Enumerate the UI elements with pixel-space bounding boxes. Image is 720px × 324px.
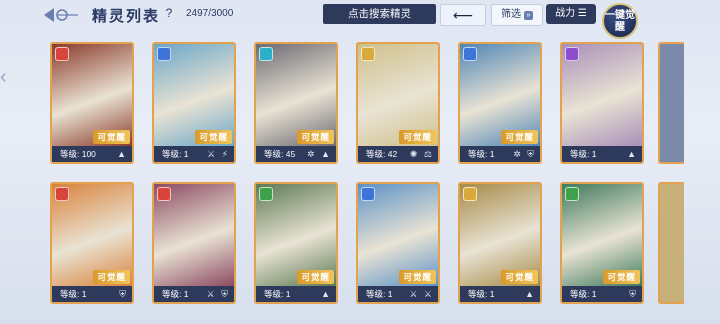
card-footer: 等级: 1 ⚔ ⛨ xyxy=(154,286,234,302)
light-element-icon xyxy=(361,47,375,61)
trait-icons: ✺ ⚖ xyxy=(409,149,434,159)
spirit-card[interactable]: 可觉醒 等级: 1 ⛨ xyxy=(560,182,644,304)
card-footer: 等级: 1 ⛨ xyxy=(52,286,132,302)
level-label: 等级: 1 xyxy=(468,289,495,299)
nature-element-icon xyxy=(565,187,579,201)
trait-icons: ▲ xyxy=(117,149,128,159)
nature-element-icon xyxy=(259,187,273,201)
trait-icons: ✲ ⛨ xyxy=(513,149,536,159)
spirit-card[interactable]: 可觉醒 等级: 1 ✲ ⛨ xyxy=(458,42,542,164)
spirit-card[interactable]: 可觉醒 等级: 1 ⚔ ⚔ xyxy=(356,182,440,304)
sort-icon: ☰ xyxy=(577,8,587,19)
spirit-card[interactable]: 等级: 1 ▲ xyxy=(560,42,644,164)
left-scroll-icon[interactable]: ‹ xyxy=(0,66,18,96)
card-footer: 等级: 100 ▲ xyxy=(52,146,132,162)
level-label: 等级: 1 xyxy=(60,289,87,299)
back-arrow-button[interactable]: ⟵ xyxy=(440,4,486,26)
trait-icons: ✲ ▲ xyxy=(307,149,332,159)
trait-icons: ▲ xyxy=(321,289,332,299)
card-footer: 等级: 1 ⛨ xyxy=(562,286,642,302)
power-label: 战力 xyxy=(555,8,576,19)
water-element-icon xyxy=(361,187,375,201)
fire-element-icon xyxy=(55,187,69,201)
awakenable-tag: 可觉醒 xyxy=(501,270,538,284)
awakenable-tag: 可觉醒 xyxy=(603,270,640,284)
awakenable-tag: 可觉醒 xyxy=(195,130,232,144)
dark-element-icon xyxy=(565,47,579,61)
awakenable-tag: 可觉醒 xyxy=(399,130,436,144)
water-element-icon xyxy=(463,47,477,61)
card-footer: 等级: 42 ✺ ⚖ xyxy=(358,146,438,162)
trait-icons: ⛨ xyxy=(119,289,128,299)
spirit-card[interactable]: 可觉醒 等级: 1 ⛨ xyxy=(50,182,134,304)
light-element-icon xyxy=(463,187,477,201)
level-label: 等级: 42 xyxy=(366,149,398,159)
awakenable-tag: 可觉醒 xyxy=(297,270,334,284)
back-logo-icon[interactable] xyxy=(40,4,80,26)
chevron-down-icon: » xyxy=(524,11,533,20)
trait-icons: ⛨ xyxy=(629,289,638,299)
collection-count: 2497/3000 xyxy=(186,8,234,19)
card-footer: 等级: 1 ⚔ ⚡ xyxy=(154,146,234,162)
partial-card[interactable] xyxy=(658,182,684,304)
filter-label: 筛选 xyxy=(501,9,521,20)
awakenable-tag: 可觉醒 xyxy=(297,130,334,144)
level-label: 等级: 1 xyxy=(264,289,291,299)
spirit-card[interactable]: 可觉醒 等级: 45 ✲ ▲ xyxy=(254,42,338,164)
partial-card[interactable] xyxy=(658,42,684,164)
card-footer: 等级: 1 ▲ xyxy=(460,286,540,302)
filter-button[interactable]: 筛选» xyxy=(491,4,543,26)
level-label: 等级: 1 xyxy=(366,289,393,299)
search-input[interactable]: 点击搜索精灵 xyxy=(323,4,436,24)
help-icon[interactable]: ? xyxy=(162,6,176,20)
level-label: 等级: 1 xyxy=(570,149,597,159)
level-label: 等级: 100 xyxy=(60,149,96,159)
one-click-awaken-button[interactable]: 一键觉醒 xyxy=(602,3,638,39)
top-bar: 精灵列表 ? 2497/3000 点击搜索精灵 ⟵ 筛选» 战力 ☰ 一键觉醒 xyxy=(0,0,720,39)
sort-power-button[interactable]: 战力 ☰ xyxy=(546,4,596,24)
level-label: 等级: 1 xyxy=(570,289,597,299)
awakenable-tag: 可觉醒 xyxy=(399,270,436,284)
trait-icons: ▲ xyxy=(525,289,536,299)
spirit-card[interactable]: 等级: 1 ⚔ ⛨ xyxy=(152,182,236,304)
awakenable-tag: 可觉醒 xyxy=(93,270,130,284)
spirit-card[interactable]: 可觉醒 等级: 42 ✺ ⚖ xyxy=(356,42,440,164)
card-footer: 等级: 45 ✲ ▲ xyxy=(256,146,336,162)
card-footer: 等级: 1 ✲ ⛨ xyxy=(460,146,540,162)
level-label: 等级: 1 xyxy=(468,149,495,159)
trait-icons: ⚔ ⚔ xyxy=(409,289,434,299)
spirit-card[interactable]: 可觉醒 等级: 1 ▲ xyxy=(254,182,338,304)
trait-icons: ▲ xyxy=(627,149,638,159)
fire-element-icon xyxy=(157,187,171,201)
level-label: 等级: 1 xyxy=(162,289,189,299)
awakenable-tag: 可觉醒 xyxy=(93,130,130,144)
level-label: 等级: 45 xyxy=(264,149,296,159)
trait-icons: ⚔ ⛨ xyxy=(206,289,230,299)
spirit-card[interactable]: 可觉醒 等级: 1 ⚔ ⚡ xyxy=(152,42,236,164)
card-footer: 等级: 1 ⚔ ⚔ xyxy=(358,286,438,302)
page-title: 精灵列表 xyxy=(92,8,161,25)
spirit-card[interactable]: 可觉醒等级: 100 ▲ xyxy=(50,42,134,164)
card-footer: 等级: 1 ▲ xyxy=(562,146,642,162)
ice-element-icon xyxy=(259,47,273,61)
level-label: 等级: 1 xyxy=(162,149,189,159)
fire-element-icon xyxy=(55,47,69,61)
card-footer: 等级: 1 ▲ xyxy=(256,286,336,302)
trait-icons: ⚔ ⚡ xyxy=(207,149,230,159)
water-element-icon xyxy=(157,47,171,61)
awakenable-tag: 可觉醒 xyxy=(501,130,538,144)
spirit-card[interactable]: 可觉醒 等级: 1 ▲ xyxy=(458,182,542,304)
